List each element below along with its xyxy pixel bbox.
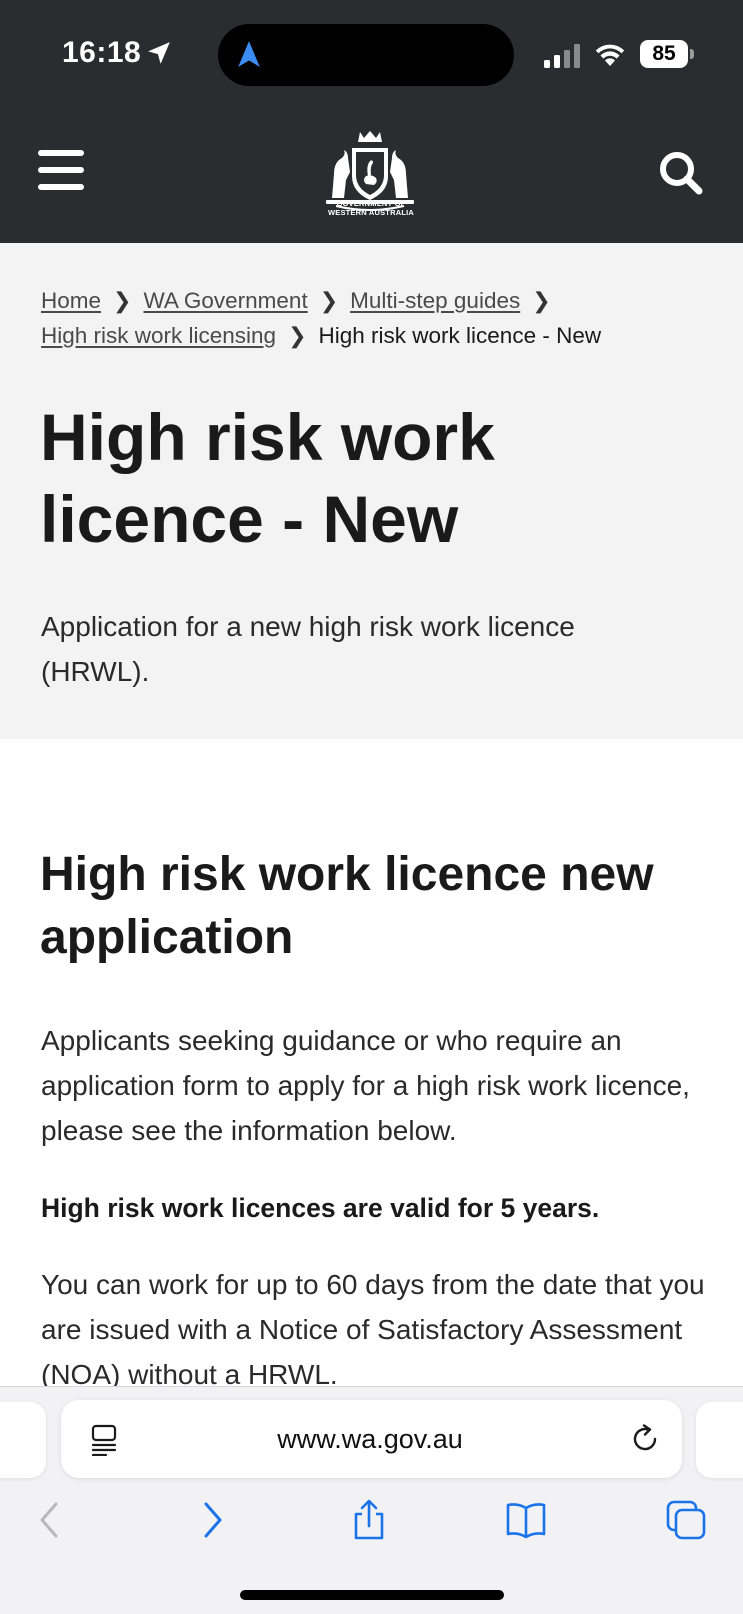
page-title: High risk work licence - New: [40, 396, 700, 560]
dynamic-island: [218, 24, 514, 86]
battery-indicator: 85: [640, 40, 694, 68]
next-tab-preview[interactable]: [696, 1402, 743, 1478]
battery-level: 85: [640, 40, 688, 68]
url-text[interactable]: www.wa.gov.au: [180, 1420, 560, 1458]
home-indicator[interactable]: [240, 1590, 504, 1600]
crest-caption-line1: GOVERNMENT OF: [336, 199, 406, 208]
tabs-icon[interactable]: [664, 1498, 708, 1542]
page-menu-icon[interactable]: [90, 1424, 118, 1456]
breadcrumb-current: High risk work licence - New: [318, 323, 602, 348]
breadcrumb-link-high-risk-work-licensing[interactable]: High risk work licensing: [41, 323, 276, 348]
validity-notice: High risk work licences are valid for 5 …: [41, 1193, 600, 1223]
chevron-right-icon: ❯: [288, 323, 307, 348]
chevron-right-icon: ❯: [113, 288, 132, 313]
reload-icon[interactable]: [630, 1424, 660, 1454]
location-arrow-icon: [148, 42, 170, 64]
crest-caption-line2: WESTERN AUSTRALIA: [327, 208, 415, 217]
navigation-icon: [238, 41, 260, 67]
battery-tip: [690, 49, 694, 59]
status-time: 16:18: [62, 36, 142, 69]
share-icon[interactable]: [347, 1498, 391, 1542]
forward-icon[interactable]: [190, 1498, 234, 1542]
search-icon[interactable]: [658, 150, 704, 196]
breadcrumb: Home ❯ WA Government ❯ Multi-step guides ❯ Hig…: [41, 283, 721, 353]
back-icon[interactable]: [28, 1498, 72, 1542]
section-heading: High risk work licence new application: [40, 848, 654, 964]
page-title-line2: licence - New: [40, 482, 459, 556]
chevron-right-icon: ❯: [532, 288, 551, 313]
bookmarks-icon[interactable]: [504, 1498, 548, 1542]
page-title-line1: High risk work: [40, 400, 495, 474]
intro-paragraph: Applicants seeking guidance or who requi…: [41, 1025, 690, 1146]
menu-icon[interactable]: [38, 150, 84, 190]
previous-tab-preview[interactable]: [0, 1402, 46, 1478]
wifi-icon: [595, 44, 625, 66]
crest-caption: GOVERNMENT OF WESTERN AUSTRALIA: [300, 199, 442, 217]
page-subtitle: Application for a new high risk work lic…: [41, 611, 575, 687]
breadcrumb-link-wa-government[interactable]: WA Government: [143, 288, 307, 313]
breadcrumb-link-multi-step-guides[interactable]: Multi-step guides: [350, 288, 520, 313]
breadcrumb-link-home[interactable]: Home: [41, 288, 101, 313]
chevron-right-icon: ❯: [319, 288, 339, 313]
cellular-signal-icon: [544, 44, 580, 68]
noa-paragraph: You can work for up to 60 days from the …: [41, 1269, 705, 1390]
